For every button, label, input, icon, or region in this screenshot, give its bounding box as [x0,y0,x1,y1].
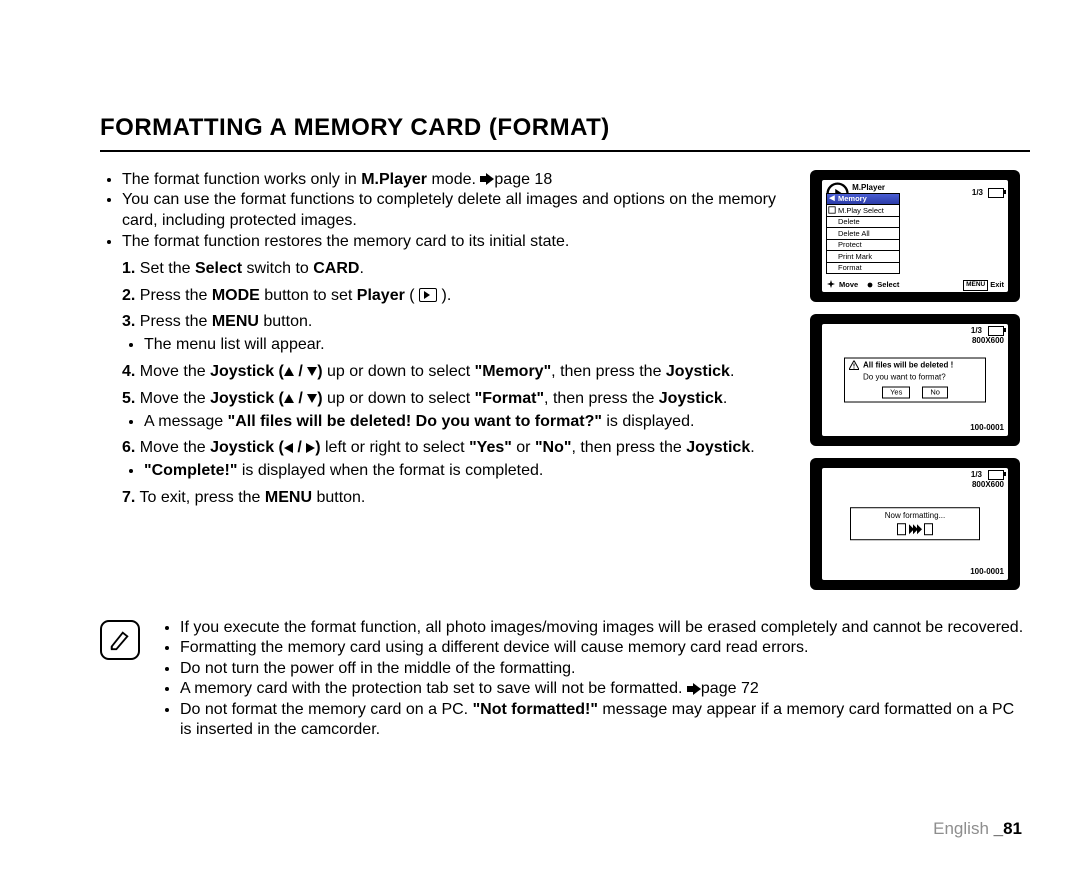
page-footer: English _81 [933,818,1022,840]
step-item: 7. To exit, press the MENU button. [122,488,790,509]
dpad-icon [826,280,836,290]
note-icon [100,620,140,660]
step-item: 6. Move the Joystick ( / ) left or right… [122,438,790,482]
manual-page: FORMATTING A MEMORY CARD (FORMAT) The fo… [0,0,1080,874]
lcd-screen-confirm: 1/3 800X600 All files will be deleted ! … [810,314,1020,446]
intro-line: The format function works only in M.Play… [122,170,790,191]
battery-icon [988,326,1004,336]
step-item: 3. Press the MENU button. The menu list … [122,312,790,356]
page-title: FORMATTING A MEMORY CARD (FORMAT) [100,112,1030,144]
progress-endcap-icon [924,523,933,535]
card-icon [828,206,836,214]
title-rule [100,150,1030,152]
lcd-illustrations: M.Player Mode 1/3 ◀Memory M.Play Select … [810,170,1030,602]
body-text: The format function works only in M.Play… [100,170,810,515]
right-triangle-icon [306,443,315,453]
up-triangle-icon [284,394,294,403]
step-sub: A message "All files will be deleted! Do… [144,412,790,433]
progress-dialog: Now formatting... [850,507,980,541]
left-triangle-icon [284,443,293,453]
intro-line: You can use the format functions to comp… [122,190,790,232]
down-triangle-icon [307,367,317,376]
yes-button[interactable]: Yes [882,386,910,398]
steps-list: 1. Set the Select switch to CARD. 2. Pre… [100,259,790,509]
warning-icon [849,360,859,370]
note-box: If you execute the format function, all … [100,618,1030,741]
step-item: 5. Move the Joystick ( / ) up or down to… [122,389,790,433]
lcd-menu-list: ◀Memory M.Play Select Delete Delete All … [826,193,900,275]
step-item: 2. Press the MODE button to set Player (… [122,286,790,307]
up-triangle-icon [284,367,294,376]
battery-icon [988,470,1004,480]
confirm-dialog: All files will be deleted ! Do you want … [844,357,986,402]
battery-icon [988,188,1004,198]
player-icon [419,288,437,302]
progress-chevrons-icon [909,524,921,534]
note-line: Do not format the memory card on a PC. "… [180,700,1030,741]
note-line: Do not turn the power off in the middle … [180,659,1030,679]
step-sub: "Complete!" is displayed when the format… [144,461,790,482]
no-button[interactable]: No [922,386,948,398]
step-sub: The menu list will appear. [144,335,790,356]
page-ref-arrow-icon [687,683,701,695]
page-ref-arrow-icon [480,173,494,185]
down-triangle-icon [307,394,317,403]
lcd-screen-menu: M.Player Mode 1/3 ◀Memory M.Play Select … [810,170,1020,302]
note-line: A memory card with the protection tab se… [180,679,1030,699]
intro-line: The format function restores the memory … [122,232,790,253]
back-chevron-icon: ◀ [828,195,836,203]
step-item: 1. Set the Select switch to CARD. [122,259,790,280]
step-item: 4. Move the Joystick ( / ) up or down to… [122,362,790,383]
dot-icon [866,281,874,289]
lcd-screen-progress: 1/3 800X600 Now formatting... 100-0001 [810,458,1020,590]
progress-endcap-icon [897,523,906,535]
note-line: If you execute the format function, all … [180,618,1030,638]
note-line: Formatting the memory card using a diffe… [180,638,1030,658]
